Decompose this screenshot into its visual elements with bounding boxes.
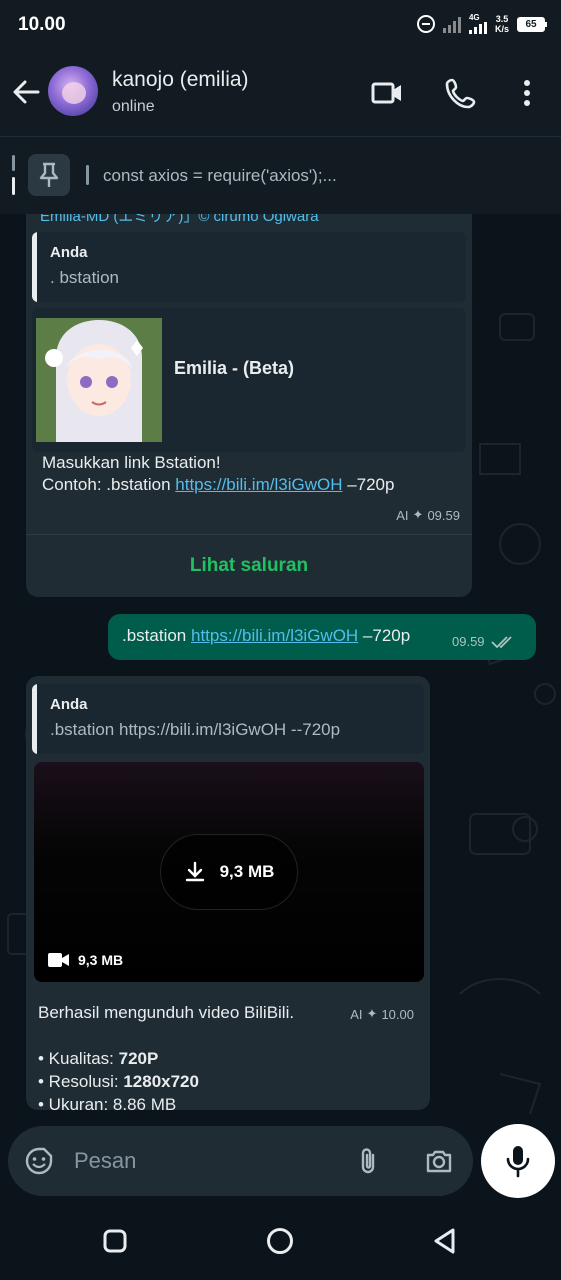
quote-text: . bstation	[50, 268, 119, 287]
quoted-message[interactable]: Anda . bstation	[32, 232, 466, 302]
link-preview-card[interactable]: Emilia - (Beta)	[32, 308, 466, 452]
video-thumbnail[interactable]: 9,3 MB 9,3 MB	[34, 762, 424, 982]
pinned-text: const axios = require('axios');...	[103, 166, 337, 185]
view-channel-button[interactable]: Lihat saluran	[26, 535, 472, 597]
outgoing-link[interactable]: https://bili.im/l3iGwOH	[191, 626, 358, 645]
preview-thumbnail	[36, 318, 162, 442]
quote-author: Anda	[50, 696, 88, 713]
recent-apps-icon[interactable]	[100, 1226, 130, 1256]
back-arrow-icon[interactable]	[10, 76, 42, 108]
pinned-indicator-active	[12, 177, 15, 195]
attach-icon[interactable]	[353, 1146, 383, 1176]
quote-author: Anda	[50, 244, 88, 261]
video-caption: Berhasil mengunduh video BiliBili.	[38, 1003, 295, 1022]
contact-name[interactable]: kanojo (emilia)	[112, 68, 249, 92]
microphone-icon	[506, 1146, 530, 1178]
quoted-message[interactable]: Anda .bstation https://bili.im/l3iGwOH -…	[32, 684, 424, 754]
signal-weak-icon	[442, 15, 461, 33]
avatar[interactable]	[48, 66, 98, 116]
do-not-disturb-icon	[416, 15, 435, 33]
system-navigation-bar	[0, 1202, 561, 1280]
quote-text: .bstation https://bili.im/l3iGwOH --720p	[50, 720, 341, 739]
home-icon[interactable]	[265, 1226, 295, 1256]
video-call-icon[interactable]	[370, 76, 404, 110]
microphone-button[interactable]	[481, 1124, 555, 1198]
video-info: 9,3 MB	[48, 952, 123, 968]
signal-4g-icon: 4G	[468, 14, 487, 34]
message-time: 09.59	[427, 507, 460, 523]
message-input[interactable]: Pesan	[74, 1148, 136, 1174]
message-time: 10.00	[381, 1006, 414, 1022]
emoji-sticker-icon[interactable]	[24, 1146, 54, 1176]
clipped-previous-text: Emilia-MD (エミリア)」© cirumo Ogiwara	[40, 214, 319, 225]
chat-area[interactable]: Emilia-MD (エミリア)」© cirumo Ogiwara Anda .…	[0, 214, 561, 1124]
status-icons: 4G 3.5 K/s 65	[416, 12, 547, 36]
pinned-separator	[86, 165, 89, 185]
message-meta: AI ✦ 10.00	[350, 1006, 414, 1022]
chat-header: kanojo (emilia) online	[0, 48, 561, 136]
size-line: • Ukuran: 8.86 MB	[38, 1095, 177, 1114]
video-camera-icon	[48, 953, 69, 967]
quality-line: • Kualitas: 720P	[38, 1049, 159, 1068]
incoming-message-channel[interactable]: Emilia-MD (エミリア)」© cirumo Ogiwara Anda .…	[26, 214, 472, 597]
pinned-indicator	[12, 155, 15, 171]
network-speed: 3.5 K/s	[494, 14, 509, 34]
more-options-icon[interactable]	[510, 76, 544, 110]
voice-call-icon[interactable]	[444, 76, 478, 110]
battery-icon: 65	[517, 16, 547, 32]
contact-status: online	[112, 98, 155, 115]
outgoing-text: .bstation https://bili.im/l3iGwOH –720p	[122, 626, 411, 645]
double-check-icon	[490, 635, 512, 648]
status-bar: 10.00 4G 3.5 K/s 65	[0, 0, 561, 48]
outgoing-meta: 09.59	[452, 634, 515, 649]
message-line-2: Contoh: .bstation https://bili.im/l3iGwO…	[42, 475, 395, 494]
camera-icon[interactable]	[424, 1146, 454, 1176]
message-input-bar[interactable]: Pesan	[8, 1126, 473, 1196]
download-button[interactable]: 9,3 MB	[160, 834, 298, 910]
message-meta: AI ✦ 09.59	[396, 507, 460, 523]
preview-title: Emilia - (Beta)	[174, 358, 295, 378]
resolution-line: • Resolusi: 1280x720	[38, 1072, 199, 1091]
system-back-icon[interactable]	[430, 1226, 460, 1256]
pinned-message-bar[interactable]: const axios = require('axios');...	[0, 136, 561, 214]
status-time: 10.00	[18, 14, 66, 35]
ai-sparkle-icon: ✦	[366, 1006, 378, 1021]
incoming-message-video[interactable]: Anda .bstation https://bili.im/l3iGwOH -…	[26, 676, 430, 1114]
outgoing-message[interactable]: .bstation https://bili.im/l3iGwOH –720p …	[108, 614, 536, 660]
message-time: 09.59	[452, 634, 485, 649]
message-line-1: Masukkan link Bstation!	[42, 453, 221, 472]
video-size: 9,3 MB	[78, 952, 124, 968]
pin-icon[interactable]	[28, 154, 70, 196]
download-icon	[185, 861, 204, 882]
bstation-link[interactable]: https://bili.im/l3iGwOH	[175, 475, 342, 494]
ai-sparkle-icon: ✦	[412, 507, 424, 522]
download-size: 9,3 MB	[219, 862, 275, 881]
